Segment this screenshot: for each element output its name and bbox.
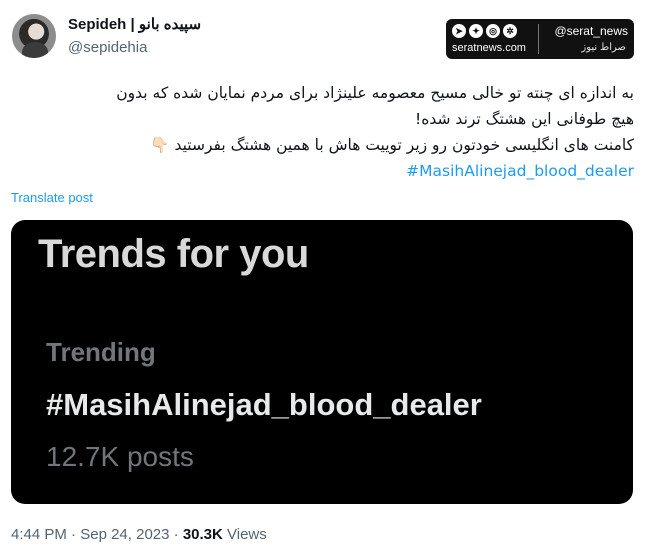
tweet-media-image[interactable]: Trends for you Trending #MasihAlinejad_b… xyxy=(11,220,633,504)
meta-separator: · xyxy=(169,526,183,543)
telegram-icon: ➤ xyxy=(452,24,466,38)
views-label: Views xyxy=(222,526,267,543)
media-trending-hashtag: #MasihAlinejad_blood_dealer xyxy=(46,387,482,422)
media-trending-label: Trending xyxy=(46,337,156,367)
views-count: 30.3K xyxy=(182,526,223,543)
tweet-line-3: کامنت های انگلیسی خودتون رو زیر توییت ها… xyxy=(20,132,634,158)
meta-separator: · xyxy=(66,526,81,543)
tweet-text: به اندازه ای چنته تو خالی مسیح معصومه عل… xyxy=(20,80,634,184)
aparat-icon: ✲ xyxy=(503,24,517,38)
twitter-icon: ✦ xyxy=(469,24,483,38)
tweet-meta: 4:44 PM · Sep 24, 2023 · 30.3K Views xyxy=(11,526,267,543)
instagram-icon: ◎ xyxy=(486,24,500,38)
media-post-count: 12.7K posts xyxy=(46,441,194,472)
tweet-line-2: هیچ طوفانی این هشتگ ترند شده! xyxy=(415,110,634,128)
translate-post-link[interactable]: Translate post xyxy=(11,190,93,205)
tweet-date[interactable]: Sep 24, 2023 xyxy=(80,526,169,543)
watermark-divider xyxy=(538,24,539,54)
watermark-logo: صراط نیوز xyxy=(581,42,626,53)
watermark-handle: @serat_news xyxy=(554,24,628,38)
author-name[interactable]: Sepideh | سپیده بانو xyxy=(68,15,201,33)
watermark: ➤ ✦ ◎ ✲ seratnews.com @serat_news صراط ن… xyxy=(446,19,634,59)
tweet-time[interactable]: 4:44 PM xyxy=(11,526,67,543)
media-trends-title: Trends for you xyxy=(38,232,309,276)
avatar[interactable] xyxy=(12,14,56,58)
pointing-down-icon: 👇🏻 xyxy=(150,136,170,154)
tweet-hashtag-link[interactable]: #MasihAlinejad_blood_dealer xyxy=(20,158,634,184)
tweet-line-1: به اندازه ای چنته تو خالی مسیح معصومه عل… xyxy=(116,84,634,102)
watermark-site: seratnews.com xyxy=(452,42,526,54)
tweet-line-3-text: کامنت های انگلیسی خودتون رو زیر توییت ها… xyxy=(174,136,634,154)
watermark-social-icons: ➤ ✦ ◎ ✲ xyxy=(452,24,517,38)
author-handle[interactable]: @sepidehia xyxy=(68,39,147,56)
